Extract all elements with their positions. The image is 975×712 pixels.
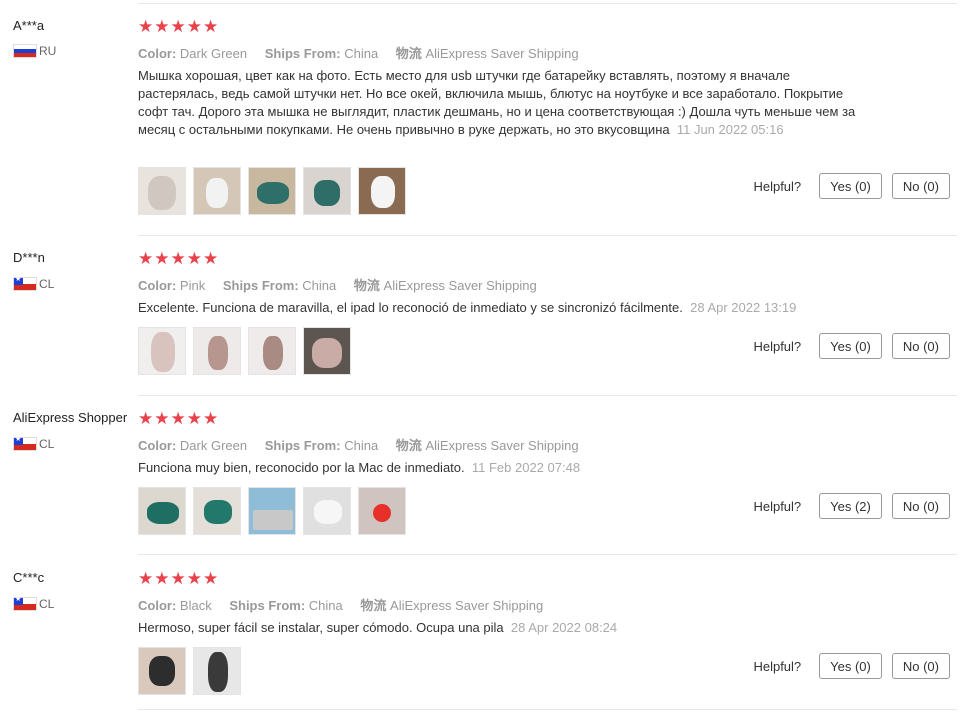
flag-cl-icon bbox=[13, 275, 37, 291]
review-photo[interactable] bbox=[193, 327, 241, 375]
review-photo[interactable] bbox=[193, 167, 241, 215]
divider bbox=[138, 554, 957, 555]
flag-cl-icon bbox=[13, 435, 37, 451]
helpful-no-button[interactable]: No (0) bbox=[891, 653, 950, 679]
attr-color: Black bbox=[179, 598, 212, 613]
review-text: Funciona muy bien, reconocido por la Mac… bbox=[138, 460, 581, 475]
helpful-controls: Helpful? Yes (0) No (0) bbox=[753, 333, 950, 359]
star-rating: ★★★★★ bbox=[138, 249, 220, 268]
review-attributes: Color: Dark Green Ships From: China 物流 A… bbox=[138, 438, 579, 453]
review-photo[interactable] bbox=[193, 487, 241, 535]
review-photo[interactable] bbox=[248, 327, 296, 375]
flag-cl-icon bbox=[13, 595, 37, 611]
helpful-no-button[interactable]: No (0) bbox=[891, 333, 950, 359]
attr-color: Dark Green bbox=[179, 438, 248, 453]
star-rating: ★★★★★ bbox=[138, 569, 220, 588]
helpful-controls: Helpful? Yes (0) No (0) bbox=[753, 653, 950, 679]
country-code: CL bbox=[39, 277, 55, 291]
helpful-yes-button[interactable]: Yes (0) bbox=[819, 173, 882, 199]
review-country: CL bbox=[13, 275, 55, 291]
attr-color: Pink bbox=[179, 278, 206, 293]
attr-shipping: AliExpress Saver Shipping bbox=[383, 278, 537, 293]
review-photo[interactable] bbox=[358, 487, 406, 535]
star-rating: ★★★★★ bbox=[138, 409, 220, 428]
attr-shipping: AliExpress Saver Shipping bbox=[425, 46, 579, 61]
review-date: 11 Jun 2022 05:16 bbox=[676, 122, 784, 137]
review-author: AliExpress Shopper bbox=[13, 410, 128, 425]
review-photo[interactable] bbox=[303, 167, 351, 215]
divider bbox=[138, 3, 957, 4]
star-rating: ★★★★★ bbox=[138, 17, 220, 36]
attr-shipping: AliExpress Saver Shipping bbox=[390, 598, 544, 613]
country-code: CL bbox=[39, 437, 55, 451]
helpful-label: Helpful? bbox=[753, 498, 802, 514]
review-photo[interactable] bbox=[303, 327, 351, 375]
review-date: 11 Feb 2022 07:48 bbox=[471, 460, 581, 475]
attr-ships-from: China bbox=[302, 278, 337, 293]
review-photo[interactable] bbox=[358, 167, 406, 215]
attr-ships-from: China bbox=[308, 598, 343, 613]
review-photo[interactable] bbox=[138, 327, 186, 375]
review-country: CL bbox=[13, 595, 55, 611]
review-country: CL bbox=[13, 435, 55, 451]
review-photo[interactable] bbox=[303, 487, 351, 535]
review-photo[interactable] bbox=[248, 487, 296, 535]
review-text: Hermoso, super fácil se instalar, super … bbox=[138, 620, 618, 635]
review-photo[interactable] bbox=[138, 487, 186, 535]
review-author: A***a bbox=[13, 18, 45, 33]
attr-color: Dark Green bbox=[179, 46, 248, 61]
review-photos bbox=[138, 647, 248, 695]
helpful-yes-button[interactable]: Yes (2) bbox=[819, 493, 882, 519]
country-code: RU bbox=[39, 44, 57, 58]
review-author: C***c bbox=[13, 570, 45, 585]
review-attributes: Color: Dark Green Ships From: China 物流 A… bbox=[138, 46, 579, 61]
review-attributes: Color: Pink Ships From: China 物流 AliExpr… bbox=[138, 278, 537, 293]
review-date: 28 Apr 2022 13:19 bbox=[690, 300, 797, 315]
divider bbox=[138, 395, 957, 396]
review-attributes: Color: Black Ships From: China 物流 AliExp… bbox=[138, 598, 544, 613]
attr-shipping: AliExpress Saver Shipping bbox=[425, 438, 579, 453]
helpful-yes-button[interactable]: Yes (0) bbox=[819, 333, 882, 359]
review-photos bbox=[138, 487, 413, 535]
attr-ships-from: China bbox=[344, 438, 379, 453]
helpful-no-button[interactable]: No (0) bbox=[891, 493, 950, 519]
review-photo[interactable] bbox=[138, 167, 186, 215]
review-photo[interactable] bbox=[193, 647, 241, 695]
review-photo[interactable] bbox=[248, 167, 296, 215]
review-photos bbox=[138, 167, 413, 215]
helpful-yes-button[interactable]: Yes (0) bbox=[819, 653, 882, 679]
review-text: Excelente. Funciona de maravilla, el ipa… bbox=[138, 300, 797, 315]
divider bbox=[138, 235, 957, 236]
review-author: D***n bbox=[13, 250, 45, 265]
attr-ships-from: China bbox=[344, 46, 379, 61]
helpful-controls: Helpful? Yes (0) No (0) bbox=[753, 173, 950, 199]
review-country: RU bbox=[13, 44, 56, 58]
helpful-label: Helpful? bbox=[753, 178, 802, 194]
helpful-controls: Helpful? Yes (2) No (0) bbox=[753, 493, 950, 519]
flag-ru-icon bbox=[13, 44, 37, 58]
country-code: CL bbox=[39, 597, 55, 611]
helpful-no-button[interactable]: No (0) bbox=[891, 173, 950, 199]
review-photos bbox=[138, 327, 358, 375]
review-text: Мышка хорошая, цвет как на фото. Есть ме… bbox=[138, 68, 856, 137]
helpful-label: Helpful? bbox=[753, 658, 802, 674]
review-photo[interactable] bbox=[138, 647, 186, 695]
helpful-label: Helpful? bbox=[753, 338, 802, 354]
review-date: 28 Apr 2022 08:24 bbox=[510, 620, 618, 635]
divider bbox=[138, 709, 957, 710]
